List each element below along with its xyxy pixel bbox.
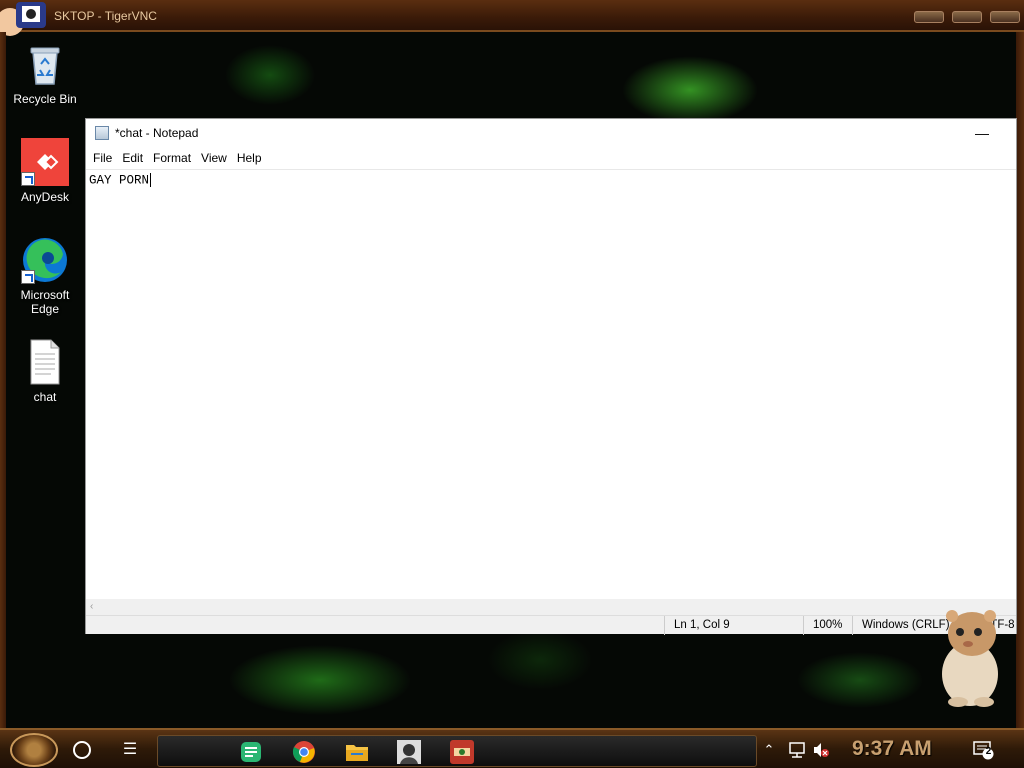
- menu-help[interactable]: Help: [232, 147, 267, 169]
- menu-edit[interactable]: Edit: [117, 147, 148, 169]
- vnc-maximize-button[interactable]: [952, 11, 982, 23]
- notepad-window[interactable]: *chat - Notepad — File Edit Format View …: [85, 118, 1017, 635]
- search-circle-icon[interactable]: [73, 741, 91, 759]
- recycle-bin-icon: [30, 47, 60, 85]
- desktop-icon-label: chat: [33, 390, 57, 404]
- notepad-text-area[interactable]: GAY PORN: [86, 169, 1016, 599]
- tray-overflow-icon[interactable]: ⌃: [760, 742, 778, 758]
- scroll-left-arrow-icon[interactable]: ‹: [90, 601, 93, 612]
- desktop-icon-label: AnyDesk: [20, 190, 70, 204]
- desktop-icon-edge[interactable]: Microsoft Edge: [8, 236, 82, 316]
- notepad-title-bar[interactable]: *chat - Notepad —: [86, 119, 1016, 147]
- desktop-icon-recycle-bin[interactable]: Recycle Bin: [8, 40, 82, 106]
- notification-count-badge: 2: [985, 746, 992, 757]
- taskbar-pinned-apps: [157, 735, 757, 767]
- vnc-title-bar[interactable]: SKTOP - TigerVNC: [0, 0, 1024, 36]
- status-zoom: 100%: [803, 616, 853, 635]
- notepad-app-icon: [95, 126, 109, 140]
- shortcut-arrow-icon: [21, 270, 35, 284]
- vnc-window-title: SKTOP - TigerVNC: [54, 9, 157, 23]
- taskbar: ☰ ⌃ 9:37 AM 2: [0, 728, 1024, 768]
- text-file-icon: [30, 339, 60, 385]
- desktop-icon-anydesk[interactable]: AnyDesk: [8, 138, 82, 204]
- anydesk-icon: [21, 138, 69, 186]
- network-icon[interactable]: [788, 742, 806, 758]
- horizontal-scrollbar[interactable]: ‹: [86, 599, 1016, 615]
- notepad-window-title: *chat - Notepad: [115, 126, 199, 140]
- notes-app-icon[interactable]: [238, 740, 264, 764]
- hamster-mascot-icon[interactable]: [930, 604, 1010, 710]
- taskbar-clock[interactable]: 9:37 AM: [852, 737, 932, 761]
- notepad-menu-bar: File Edit Format View Help: [86, 147, 1016, 169]
- task-view-icon[interactable]: ☰: [120, 741, 140, 759]
- menu-view[interactable]: View: [196, 147, 232, 169]
- file-explorer-icon[interactable]: [344, 740, 370, 764]
- tigervnc-logo-icon: [0, 2, 46, 36]
- vnc-close-button[interactable]: [990, 11, 1020, 23]
- vnc-minimize-button[interactable]: [914, 11, 944, 23]
- status-cursor-position: Ln 1, Col 9: [664, 616, 804, 635]
- notepad-text-content: GAY PORN: [89, 173, 150, 188]
- vnc-frame-right: [1016, 32, 1024, 728]
- desktop-icon-label: Microsoft Edge: [20, 288, 70, 316]
- desktop-icon-chat[interactable]: chat: [8, 338, 82, 404]
- vnc-frame-left: [0, 32, 6, 728]
- text-caret: [150, 173, 152, 187]
- chrome-icon[interactable]: [291, 740, 317, 764]
- menu-format[interactable]: Format: [148, 147, 196, 169]
- edge-icon: [21, 236, 69, 284]
- portrait-app-icon[interactable]: [396, 740, 422, 764]
- shortcut-arrow-icon: [21, 172, 35, 186]
- menu-file[interactable]: File: [88, 147, 117, 169]
- red-app-icon[interactable]: [449, 740, 475, 764]
- notepad-status-bar: Ln 1, Col 9 100% Windows (CRLF) UTF-8: [86, 615, 1016, 635]
- minimize-button[interactable]: —: [970, 123, 994, 143]
- volume-muted-icon[interactable]: [812, 742, 830, 758]
- desktop-icon-label: Recycle Bin: [13, 92, 77, 106]
- start-button[interactable]: [10, 733, 58, 767]
- notification-center-icon[interactable]: 2: [973, 740, 995, 760]
